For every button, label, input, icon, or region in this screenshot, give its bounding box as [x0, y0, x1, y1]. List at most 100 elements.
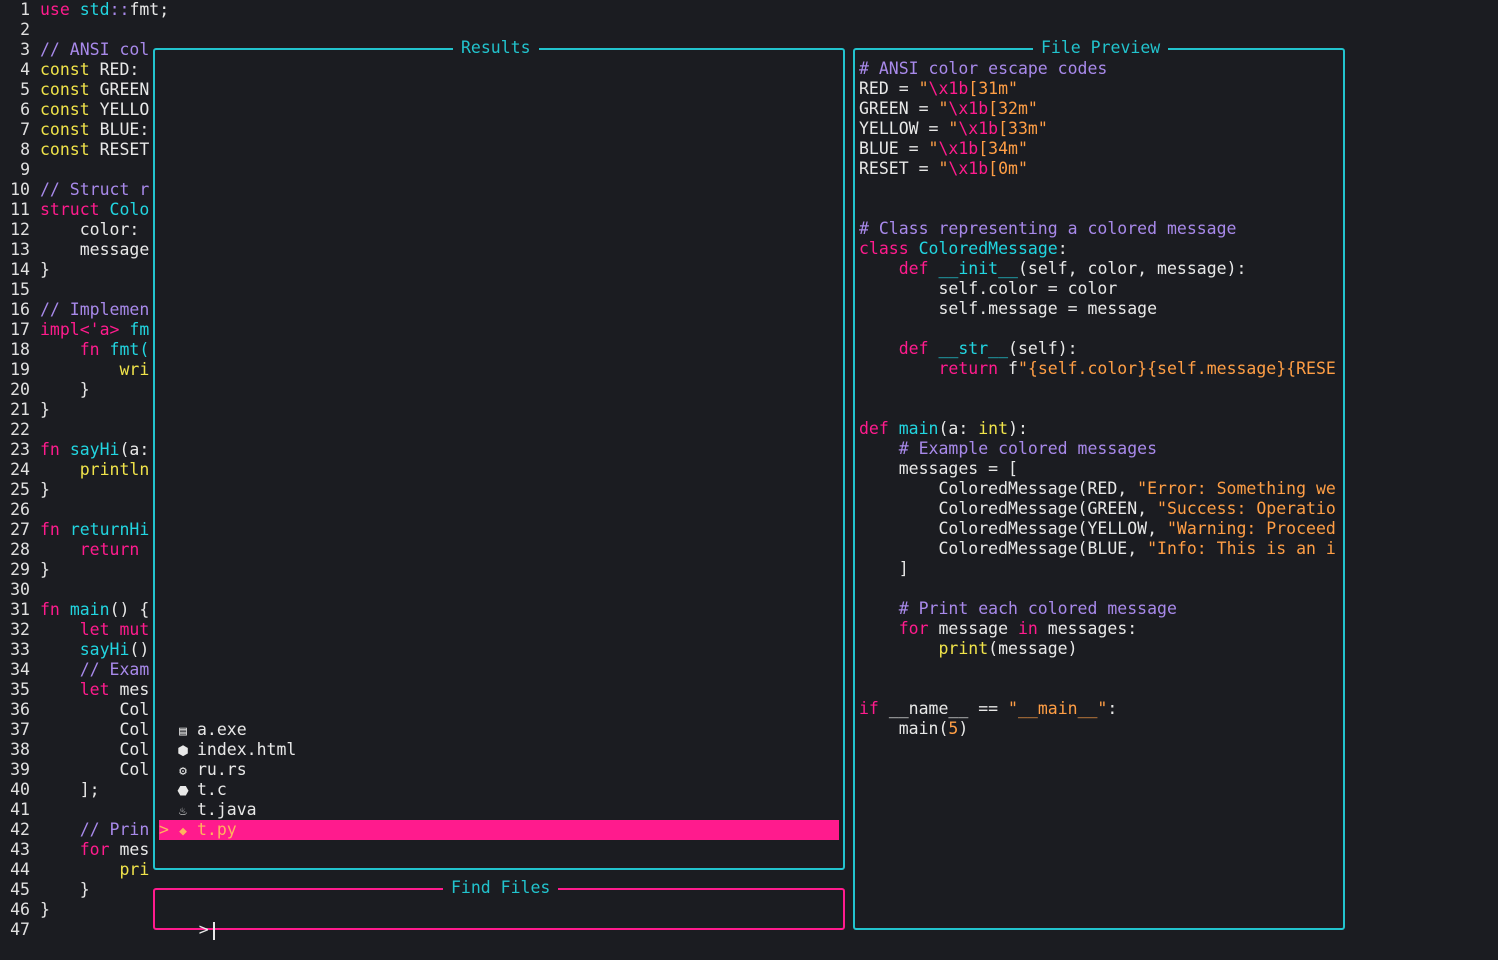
line-number: 4	[20, 60, 30, 79]
code-token: }	[40, 400, 50, 419]
code-token: ()	[129, 640, 150, 659]
editor-line: 16 // Implemen	[0, 300, 155, 320]
editor-line: 36 Col	[0, 700, 155, 720]
line-code: // Prin	[40, 820, 150, 840]
line-code: sayHi()	[40, 640, 150, 660]
line-number: 14	[10, 260, 30, 279]
code-token: fm	[129, 320, 150, 339]
editor-line: 6 const YELLO	[0, 100, 155, 120]
result-filename: a.exe	[197, 720, 247, 739]
code-token: fn	[40, 340, 110, 359]
code-token: in	[1017, 619, 1048, 638]
line-code: // ANSI col	[40, 40, 149, 60]
result-item[interactable]: ⚙ ru.rs	[159, 760, 839, 780]
file-preview-title: File Preview	[1033, 38, 1169, 58]
result-item[interactable]: ⬣ t.c	[159, 780, 839, 800]
editor-line: 9	[0, 160, 155, 180]
line-number: 1	[20, 0, 30, 19]
line-number: 29	[10, 560, 30, 579]
result-item[interactable]: > ◆ t.py	[159, 820, 839, 840]
binary-file-icon: ▤	[179, 724, 187, 739]
code-token: Col	[40, 700, 150, 719]
code-token: RESET	[99, 140, 150, 159]
line-number: 21	[10, 400, 30, 419]
line-number: 9	[20, 160, 30, 179]
code-token: "__main__"	[1008, 699, 1108, 718]
editor-line: 25}	[0, 480, 155, 500]
find-files-input[interactable]: >	[159, 900, 215, 960]
preview-line: ]	[859, 559, 1341, 579]
editor-line: 39 Col	[0, 760, 155, 780]
result-filename: t.c	[197, 780, 227, 799]
editor-line: 32 let mut	[0, 620, 155, 640]
editor-line: 21}	[0, 400, 155, 420]
editor-line: 35 let mes	[0, 680, 155, 700]
code-token: "{self.color}{self.message}{RESE	[1017, 359, 1336, 378]
code-token: for	[40, 840, 120, 859]
code-token: sayHi	[40, 640, 130, 659]
preview-line: RESET = "\x1b[0m"	[859, 159, 1341, 179]
code-token: )	[958, 719, 969, 738]
code-token: ::	[109, 0, 130, 19]
code-token: std	[79, 0, 110, 19]
preview-line: GREEN = "\x1b[32m"	[859, 99, 1341, 119]
code-token: messages:	[1047, 619, 1138, 638]
line-number: 10	[10, 180, 30, 199]
editor-line: 27 fn returnHi	[0, 520, 155, 540]
line-number: 33	[10, 640, 30, 659]
code-token: # Example colored messages	[859, 439, 1158, 458]
line-code: }	[40, 400, 50, 420]
line-number: 42	[10, 820, 30, 839]
code-token: "Info: This is an i	[1147, 539, 1336, 558]
code-token: ];	[40, 780, 100, 799]
line-number: 12	[10, 220, 30, 239]
code-token: pri	[40, 860, 150, 879]
code-token: fn	[40, 520, 70, 539]
code-token: }	[40, 380, 90, 399]
editor-line: 26	[0, 500, 155, 520]
editor-line: 30	[0, 580, 155, 600]
line-number: 20	[10, 380, 30, 399]
code-token: ColoredMessage(GREEN,	[859, 499, 1158, 518]
editor-line: 43 for mes	[0, 840, 155, 860]
line-code: Col	[40, 760, 149, 780]
line-number: 6	[20, 100, 30, 119]
result-item[interactable]: ♨ t.java	[159, 800, 839, 820]
editor-line: 3 // ANSI col	[0, 40, 155, 60]
code-token: const	[40, 100, 100, 119]
code-token: [31m"	[968, 79, 1018, 98]
result-item[interactable]: ⬢ index.html	[159, 740, 839, 760]
line-code: color:	[40, 220, 140, 240]
line-number: 26	[10, 500, 30, 519]
preview-line: self.color = color	[859, 279, 1341, 299]
preview-line: def __init__(self, color, message):	[859, 259, 1341, 279]
line-code: const YELLO	[40, 100, 149, 120]
code-token: ]	[859, 559, 909, 578]
preview-line	[859, 579, 1341, 599]
line-code: // Implemen	[40, 300, 149, 320]
code-token: # Class representing a colored message	[859, 219, 1237, 238]
selection-marker: >	[159, 820, 169, 839]
code-token: YELLO	[99, 100, 150, 119]
line-number: 28	[10, 540, 30, 559]
code-token: ColoredMessage	[918, 239, 1058, 258]
code-token: const	[40, 120, 100, 139]
code-token: BLUE:	[99, 120, 150, 139]
code-token: GREEN	[99, 80, 150, 99]
code-token: \x1b	[948, 159, 989, 178]
result-item[interactable]: ▤ a.exe	[159, 720, 839, 740]
line-code: pri	[40, 860, 149, 880]
find-files-title: Find Files	[443, 878, 559, 898]
code-token: __str__	[938, 339, 1009, 358]
code-token: ColoredMessage(BLUE,	[859, 539, 1148, 558]
code-token: color:	[40, 220, 140, 239]
code-token: message	[40, 240, 150, 259]
code-token: BLUE =	[859, 139, 929, 158]
code-token: impl<'a>	[40, 320, 130, 339]
code-token: main	[69, 600, 110, 619]
editor-line: 45 }	[0, 880, 155, 900]
line-code: }	[40, 880, 90, 900]
code-token: (message)	[988, 639, 1078, 658]
preview-line: BLUE = "\x1b[34m"	[859, 139, 1341, 159]
editor-line: 37 Col	[0, 720, 155, 740]
